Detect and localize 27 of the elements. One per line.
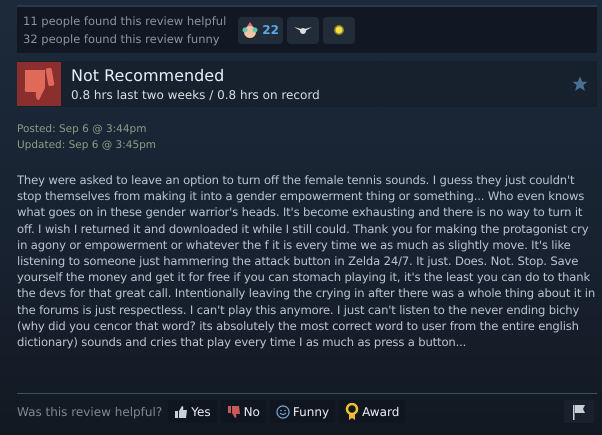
playtime-text: 0.8 hrs last two weeks / 0.8 hrs on record (71, 88, 320, 102)
thumbs-down-icon (23, 66, 55, 102)
helpful-count-text: 11 people found this review helpful (23, 14, 226, 28)
glowing-orb-icon (332, 24, 345, 36)
smiley-icon (276, 404, 290, 418)
yes-button[interactable]: Yes (168, 400, 217, 423)
star-icon[interactable] (571, 75, 589, 93)
report-button[interactable] (564, 400, 594, 423)
thumbs-down-icon (226, 404, 241, 418)
posted-date: Posted: Sep 6 @ 3:44pm (17, 123, 148, 135)
winged-emblem-icon (294, 24, 312, 36)
updated-date: Updated: Sep 6 @ 3:45pm (17, 139, 158, 151)
clown-face-icon (242, 21, 258, 39)
award-count: 22 (262, 23, 279, 37)
funny-count-text: 32 people found this review funny (23, 32, 221, 46)
award-chip[interactable] (286, 16, 319, 44)
funny-button[interactable]: Funny (270, 400, 336, 423)
award-button[interactable]: Award (339, 400, 406, 423)
award-chip[interactable] (322, 16, 355, 44)
helpful-prompt: Was this review helpful? (17, 404, 162, 418)
medal-icon (345, 402, 360, 420)
flag-icon (572, 404, 586, 420)
no-button[interactable]: No (220, 400, 266, 423)
award-chip[interactable]: 22 (238, 16, 283, 44)
thumbs-up-icon (174, 404, 188, 418)
review-text: They were asked to leave an option to turn off the female tennis sounds. I guess they just couldn't stop themselves from making it into a gender empowerment thing or something... Who even knows what goes on in these gender warrior's heads. It's become exhausting and there is no way to turn it off. I wish I returned it and downloaded it while I still could. Thank you for making the protagonist cry in agony or empowerment or whatever the f it is every time we as much as slightly move. It's like listening to someone just hammering the attack button in Zelda 24/7. It just. Does. Not. Stop. Save yourself the money and get it for free if you can stomach playing it, it's the least you can do to thank the devs for that great call. Intentionally leaving the crying in after there was a whole thing about it in the forums is just respectless. I can't play this anymore. I just can't listen to the never ending bichy (why did you cencor that word? its absolutely the most correct word to user from the entire english dictionary) sounds and cries that play every time I as much as press a button... (17, 172, 596, 350)
verdict-title: Not Recommended (71, 66, 226, 85)
